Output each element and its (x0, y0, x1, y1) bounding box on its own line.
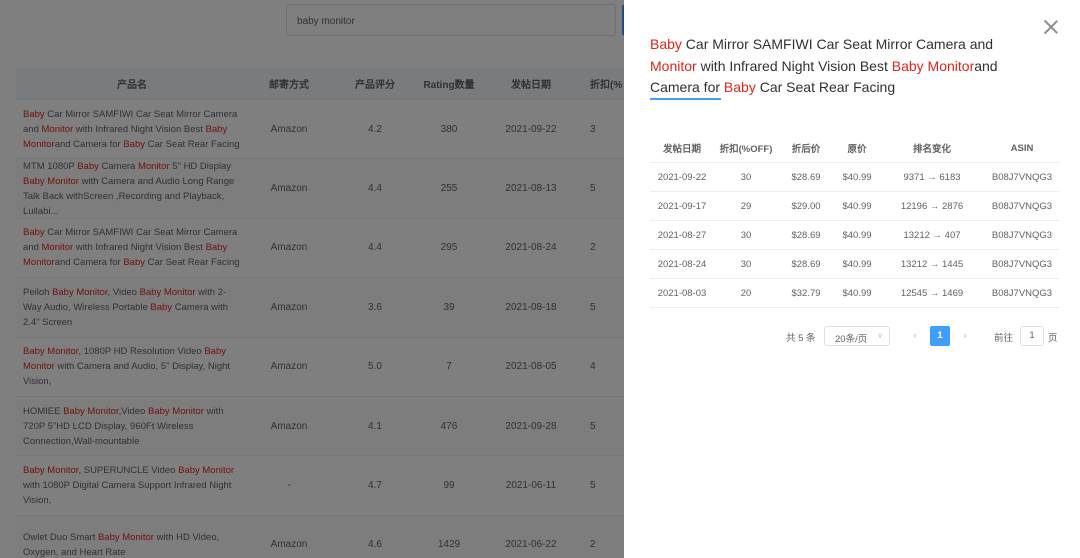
next-page-button[interactable]: › (956, 326, 974, 346)
rank-change-cell: 13212 → 1445 (900, 258, 964, 270)
rank-change-cell: 12196 → 2876 (900, 200, 964, 212)
keyword-highlight: Baby (723, 79, 756, 95)
history-table-header: 发帖日期 折扣(%OFF) 折后价 原价 排名变化 ASIN (650, 134, 1060, 163)
post-date-cell: 2021-09-22 (657, 171, 707, 183)
discount-cell: 30 (740, 229, 752, 241)
drawer-title: Baby Car Mirror SAMFIWI Car Seat Mirror … (650, 34, 1030, 99)
page-size-select[interactable]: 20条/页 ∨ (824, 326, 890, 346)
chevron-down-icon: ∨ (877, 331, 883, 340)
title-underline (650, 98, 721, 100)
column-header-sale-price: 折后价 (791, 144, 821, 155)
keyword-highlight: Baby Monitor (891, 57, 975, 74)
rank-change-cell: 12545 → 1469 (900, 287, 964, 299)
sale-price-cell: $28.69 (791, 258, 821, 270)
detail-drawer: Baby Car Mirror SAMFIWI Car Seat Mirror … (624, 0, 1080, 558)
prev-page-button[interactable]: ‹ (906, 326, 924, 346)
asin-cell: B08J7VNQG3 (991, 287, 1053, 299)
post-date-cell: 2021-08-03 (657, 287, 707, 299)
asin-cell: B08J7VNQG3 (991, 229, 1053, 241)
column-header-rank-change: 排名变化 (912, 144, 951, 155)
history-row: 2021-08-03 20 $32.79 $40.99 12545 → 1469 B08J… (650, 279, 1060, 308)
discount-cell: 29 (740, 200, 752, 212)
discount-cell: 20 (740, 287, 752, 299)
goto-page-input[interactable]: 1 (1020, 326, 1044, 346)
discount-cell: 30 (740, 171, 752, 183)
asin-cell: B08J7VNQG3 (991, 258, 1053, 270)
history-table-body: 2021-09-22 30 $28.69 $40.99 9371 → 6183 B08J7… (650, 163, 1060, 308)
sale-price-cell: $28.69 (791, 171, 821, 183)
title-text: with Infrared Night Vision Best (696, 57, 892, 74)
page-size-value: 20条/页 (835, 334, 868, 345)
history-row: 2021-08-27 30 $28.69 $40.99 13212 → 407 B08J7… (650, 221, 1060, 250)
history-table: 发帖日期 折扣(%OFF) 折后价 原价 排名变化 ASIN 2021-09-2… (650, 134, 1060, 308)
asin-cell: B08J7VNQG3 (991, 171, 1053, 183)
original-price-cell: $40.99 (842, 200, 872, 212)
pagination: 共 5 条 20条/页 ∨ ‹ 1 › 前往 1 页 (650, 326, 1060, 346)
goto-label: 前往 (994, 333, 1014, 344)
discount-cell: 30 (740, 258, 752, 270)
history-row: 2021-08-24 30 $28.69 $40.99 13212 → 1445 B08J… (650, 250, 1060, 279)
sale-price-cell: $29.00 (791, 200, 821, 212)
original-price-cell: $40.99 (842, 287, 872, 299)
current-page-button[interactable]: 1 (930, 326, 950, 346)
keyword-highlight: Monitor (650, 57, 697, 74)
column-header-asin: ASIN (1010, 142, 1034, 154)
title-text: Car Mirror SAMFIWI Car Seat Mirror Camer… (681, 36, 994, 52)
column-header-discount: 折扣(%OFF) (719, 144, 773, 155)
history-row: 2021-09-22 30 $28.69 $40.99 9371 → 6183 B08J7… (650, 163, 1060, 192)
close-icon[interactable] (1042, 18, 1060, 36)
rank-change-cell: 13212 → 407 (903, 229, 961, 241)
sale-price-cell: $32.79 (791, 287, 821, 299)
sale-price-cell: $28.69 (791, 229, 821, 241)
keyword-highlight: Baby (650, 36, 682, 52)
original-price-cell: $40.99 (842, 229, 872, 241)
asin-cell: B08J7VNQG3 (991, 200, 1053, 212)
post-date-cell: 2021-09-17 (657, 200, 707, 212)
original-price-cell: $40.99 (842, 171, 872, 183)
pagination-total: 共 5 条 (786, 333, 816, 344)
title-text: Car Seat Rear Facing (755, 79, 896, 95)
page-suffix: 页 (1048, 333, 1058, 344)
column-header-post-date: 发帖日期 (662, 144, 701, 155)
post-date-cell: 2021-08-24 (657, 258, 707, 270)
original-price-cell: $40.99 (842, 258, 872, 270)
post-date-cell: 2021-08-27 (657, 229, 707, 241)
rank-change-cell: 9371 → 6183 (903, 171, 961, 183)
history-row: 2021-09-17 29 $29.00 $40.99 12196 → 2876 B08J… (650, 192, 1060, 221)
column-header-original-price: 原价 (847, 144, 867, 155)
